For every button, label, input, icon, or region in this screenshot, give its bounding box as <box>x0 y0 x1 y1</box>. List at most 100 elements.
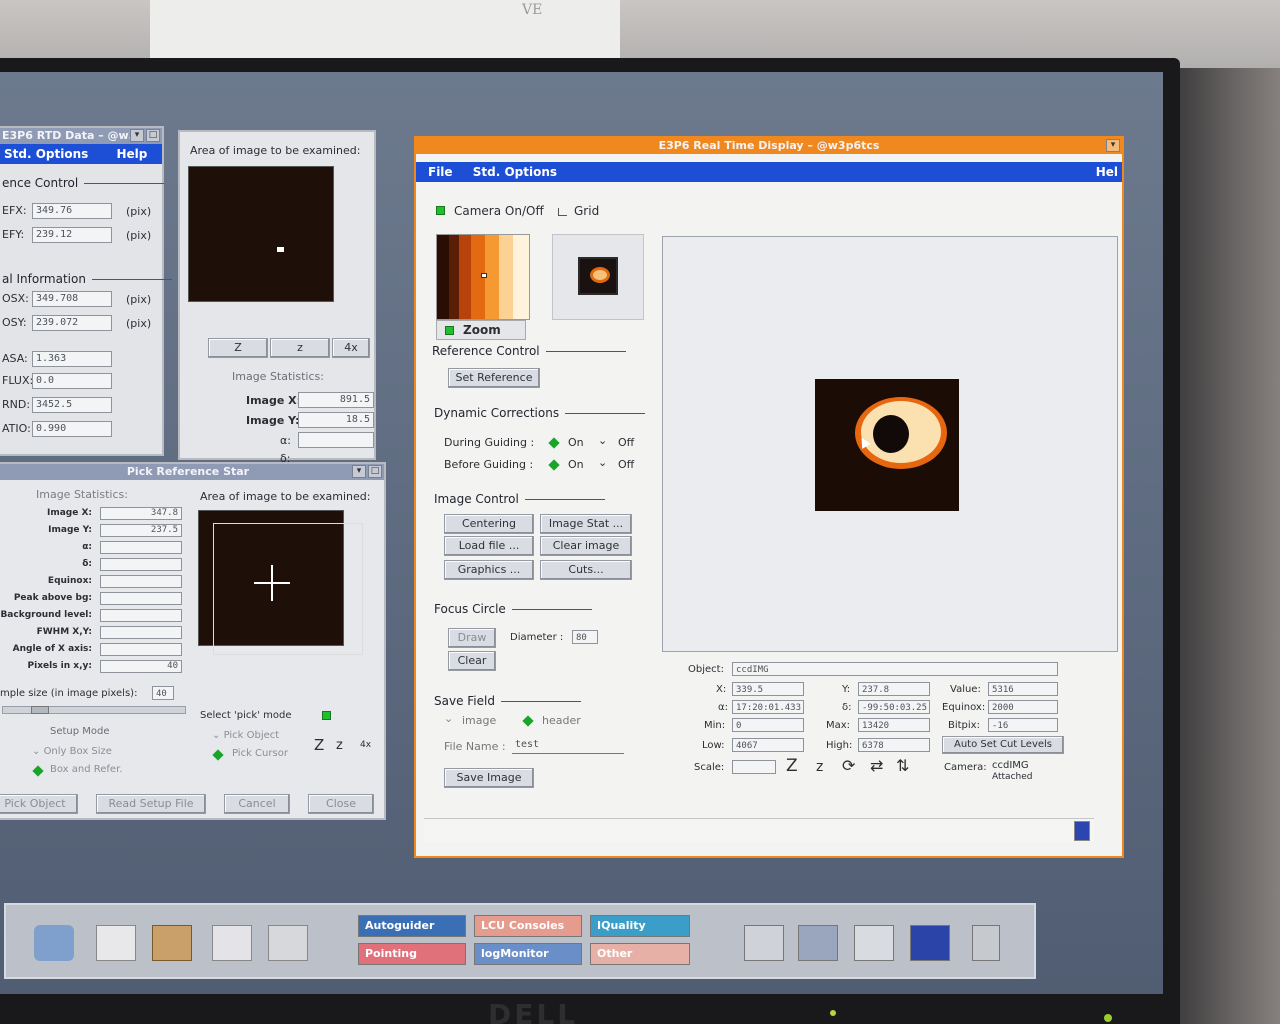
centering-button[interactable]: Centering <box>444 514 534 534</box>
zoom-4x-button[interactable]: 4x <box>332 338 370 358</box>
setup-box-refer-selected[interactable] <box>32 765 44 777</box>
menu-help[interactable]: Hel <box>1096 162 1118 182</box>
clear-focus-button[interactable]: Clear <box>448 651 496 671</box>
pick-stat-field[interactable] <box>100 575 182 588</box>
save-image-radio[interactable]: ⌄ <box>444 712 453 725</box>
main-titlebar[interactable]: E3P6 Real Time Display – @w3p6tcs ▾ <box>416 138 1122 154</box>
read-setup-file-button[interactable]: Read Setup File <box>96 794 206 814</box>
high-field[interactable]: 6378 <box>858 738 930 752</box>
setup-only-box-option[interactable]: ⌄ Only Box Size <box>32 746 112 757</box>
lcu-consoles-button[interactable]: LCU Consoles <box>474 915 582 937</box>
pick-zoom-big[interactable]: Z <box>314 736 324 754</box>
flux-field[interactable]: 0.0 <box>32 373 112 389</box>
pick-stat-field[interactable] <box>100 609 182 622</box>
pick-stat-field[interactable]: 237.5 <box>100 524 182 537</box>
mail-icon[interactable] <box>268 925 308 961</box>
low-field[interactable]: 4067 <box>732 738 804 752</box>
printer-icon[interactable] <box>744 925 784 961</box>
before-on-radio[interactable] <box>548 459 560 471</box>
alpha-field[interactable]: 17:20:01.433 <box>732 700 804 714</box>
efy-field[interactable]: 239.12 <box>32 227 112 243</box>
star-image[interactable] <box>815 379 959 511</box>
y-field[interactable]: 237.8 <box>858 682 930 696</box>
pick-cursor-option[interactable]: Pick Cursor <box>232 748 288 759</box>
equinox-field[interactable]: 2000 <box>988 700 1058 714</box>
tools-icon[interactable] <box>798 925 838 961</box>
pick-stat-field[interactable] <box>100 541 182 554</box>
zoom-out-big-button[interactable]: Z <box>208 338 268 358</box>
image-y-field[interactable]: 18.5 <box>298 412 374 428</box>
image-stat-button[interactable]: Image Stat ... <box>540 514 632 534</box>
examine-image-view[interactable] <box>188 166 334 302</box>
pick-object-option[interactable]: ⌄ Pick Object <box>212 730 279 741</box>
maximize-icon[interactable]: □ <box>368 465 382 478</box>
pick-stat-field[interactable] <box>100 592 182 605</box>
asa-field[interactable]: 1.363 <box>32 351 112 367</box>
pick-image-view[interactable] <box>198 510 363 655</box>
pick-stat-field[interactable] <box>100 643 182 656</box>
during-on-radio[interactable] <box>548 437 560 449</box>
pick-stat-field[interactable]: 40 <box>100 660 182 673</box>
flip-horizontal-icon[interactable]: ⇄ <box>870 756 883 775</box>
draw-button[interactable]: Draw <box>448 628 496 648</box>
autoguider-button[interactable]: Autoguider <box>358 915 466 937</box>
scale-zoom-big[interactable]: Z <box>786 756 798 776</box>
bitpix-field[interactable]: -16 <box>988 718 1058 732</box>
auto-set-cut-levels-button[interactable]: Auto Set Cut Levels <box>942 736 1064 754</box>
help-icon[interactable] <box>910 925 950 961</box>
other-button[interactable]: Other <box>590 943 690 965</box>
osy-field[interactable]: 239.072 <box>32 315 112 331</box>
efx-field[interactable]: 349.76 <box>32 203 112 219</box>
pick-stat-field[interactable] <box>100 626 182 639</box>
rotate-icon[interactable]: ⟳ <box>842 756 855 775</box>
pick-stat-field[interactable] <box>100 558 182 571</box>
window-menu-icon[interactable]: ▾ <box>1106 139 1120 152</box>
zoom-toggle[interactable]: Zoom <box>436 320 526 340</box>
logmonitor-button[interactable]: logMonitor <box>474 943 582 965</box>
selection-box[interactable] <box>213 523 363 655</box>
graphics-button[interactable]: Graphics ... <box>444 560 534 580</box>
atio-field[interactable]: 0.990 <box>32 421 112 437</box>
image-display[interactable] <box>662 236 1118 652</box>
pick-reference-titlebar[interactable]: Pick Reference Star ▾ □ <box>0 464 384 480</box>
min-field[interactable]: 0 <box>732 718 804 732</box>
trash-icon[interactable] <box>972 925 1000 961</box>
file-manager-icon[interactable] <box>152 925 192 961</box>
load-file-button[interactable]: Load file ... <box>444 536 534 556</box>
sample-size-field[interactable]: 40 <box>152 686 174 700</box>
close-button[interactable]: Close <box>308 794 374 814</box>
before-off-radio[interactable]: ⌄ <box>598 456 607 469</box>
max-field[interactable]: 13420 <box>858 718 930 732</box>
rnd-field[interactable]: 3452.5 <box>32 397 112 413</box>
pointing-button[interactable]: Pointing <box>358 943 466 965</box>
cuts-button[interactable]: Cuts... <box>540 560 632 580</box>
setup-box-refer-option[interactable]: Box and Refer. <box>50 764 122 775</box>
maximize-icon[interactable]: □ <box>146 129 160 142</box>
grid-checkbox[interactable] <box>558 208 567 216</box>
menu-std-options[interactable]: Std. Options <box>473 165 557 179</box>
menu-std-options[interactable]: Std. Options <box>4 147 88 161</box>
pick-cursor-selected[interactable] <box>212 749 224 761</box>
x-field[interactable]: 339.5 <box>732 682 804 696</box>
delta-field[interactable]: -99:50:03.25 <box>858 700 930 714</box>
zoom-checkbox[interactable] <box>445 326 454 335</box>
zoom-out-small-button[interactable]: z <box>270 338 330 358</box>
window-menu-icon[interactable]: ▾ <box>352 465 366 478</box>
pick-object-button[interactable]: Pick Object <box>0 794 78 814</box>
set-reference-button[interactable]: Set Reference <box>448 368 540 388</box>
flip-vertical-icon[interactable]: ⇅ <box>896 756 909 775</box>
thumbnail-panner[interactable] <box>552 234 644 320</box>
cancel-button[interactable]: Cancel <box>224 794 290 814</box>
during-off-radio[interactable]: ⌄ <box>598 434 607 447</box>
menu-help[interactable]: Help <box>116 147 147 161</box>
scale-zoom-small[interactable]: z <box>816 759 823 775</box>
pick-mode-checkbox[interactable] <box>322 711 331 720</box>
window-menu-icon[interactable]: ▾ <box>130 129 144 142</box>
zoom-preview[interactable] <box>436 234 530 320</box>
menu-file[interactable]: File <box>428 165 453 179</box>
diameter-field[interactable]: 80 <box>572 630 598 644</box>
app-manager-icon[interactable] <box>854 925 894 961</box>
iquality-button[interactable]: IQuality <box>590 915 690 937</box>
sample-size-slider[interactable] <box>2 706 186 714</box>
osx-field[interactable]: 349.708 <box>32 291 112 307</box>
